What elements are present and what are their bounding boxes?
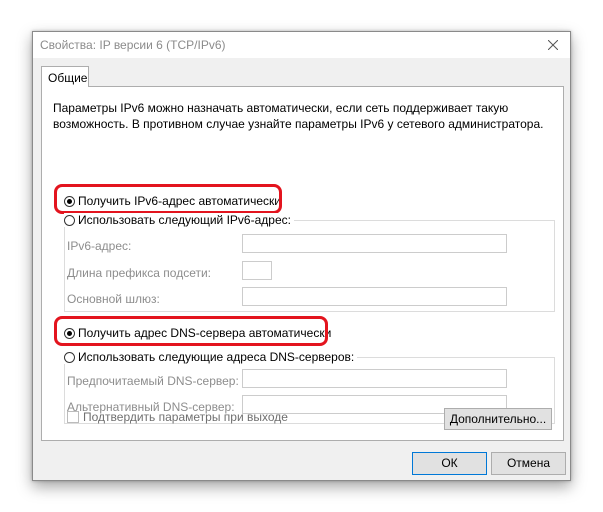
tab-general-label: Общие [48, 71, 88, 85]
title-bar[interactable]: Свойства: IP версии 6 (TCP/IPv6) [33, 32, 570, 58]
ipv6-address-input[interactable] [242, 234, 507, 253]
gateway-label: Основной шлюз: [67, 292, 160, 306]
ip-manual-label: Использовать следующий IPv6-адрес: [78, 213, 291, 227]
window-title: Свойства: IP версии 6 (TCP/IPv6) [40, 38, 226, 52]
tab-general[interactable]: Общие [41, 66, 89, 87]
ip-manual-radio[interactable] [64, 214, 75, 226]
description-text: Параметры IPv6 можно назначать автоматич… [53, 101, 544, 131]
prefix-length-input[interactable] [242, 261, 272, 280]
ip-auto-radio-row[interactable]: Получить IPv6-адрес автоматически [64, 194, 281, 208]
dns-auto-label: Получить адрес DNS-сервера автоматически [78, 326, 332, 340]
validate-checkbox-row[interactable]: Подтвердить параметры при выходе [67, 410, 288, 424]
general-panel: Параметры IPv6 можно назначать автоматич… [41, 86, 564, 441]
cancel-button[interactable]: Отмена [491, 452, 566, 475]
ip-auto-radio[interactable] [64, 195, 75, 207]
prefix-length-label: Длина префикса подсети: [67, 266, 211, 280]
dns-manual-label: Использовать следующие адреса DNS-сервер… [78, 350, 355, 364]
dns-manual-radio-row[interactable]: Использовать следующие адреса DNS-сервер… [64, 350, 358, 364]
ip-auto-label: Получить IPv6-адрес автоматически [78, 194, 281, 208]
dns-auto-radio[interactable] [64, 327, 75, 339]
close-button[interactable] [536, 32, 570, 58]
validate-checkbox[interactable] [67, 411, 79, 423]
dns-auto-radio-row[interactable]: Получить адрес DNS-сервера автоматически [64, 326, 331, 340]
preferred-dns-label: Предпочитаемый DNS-сервер: [67, 374, 239, 388]
ok-button[interactable]: ОК [412, 452, 487, 475]
gateway-input[interactable] [242, 287, 507, 306]
ipv6-address-label: IPv6-адрес: [67, 239, 132, 253]
ip-manual-radio-row[interactable]: Использовать следующий IPv6-адрес: [64, 213, 294, 227]
preferred-dns-input[interactable] [242, 369, 507, 388]
dns-manual-radio[interactable] [64, 351, 75, 363]
validate-label: Подтвердить параметры при выходе [83, 410, 288, 424]
close-icon [548, 40, 558, 50]
advanced-button[interactable]: Дополнительно... [444, 408, 552, 430]
properties-dialog: Свойства: IP версии 6 (TCP/IPv6) Общие П… [32, 31, 571, 481]
